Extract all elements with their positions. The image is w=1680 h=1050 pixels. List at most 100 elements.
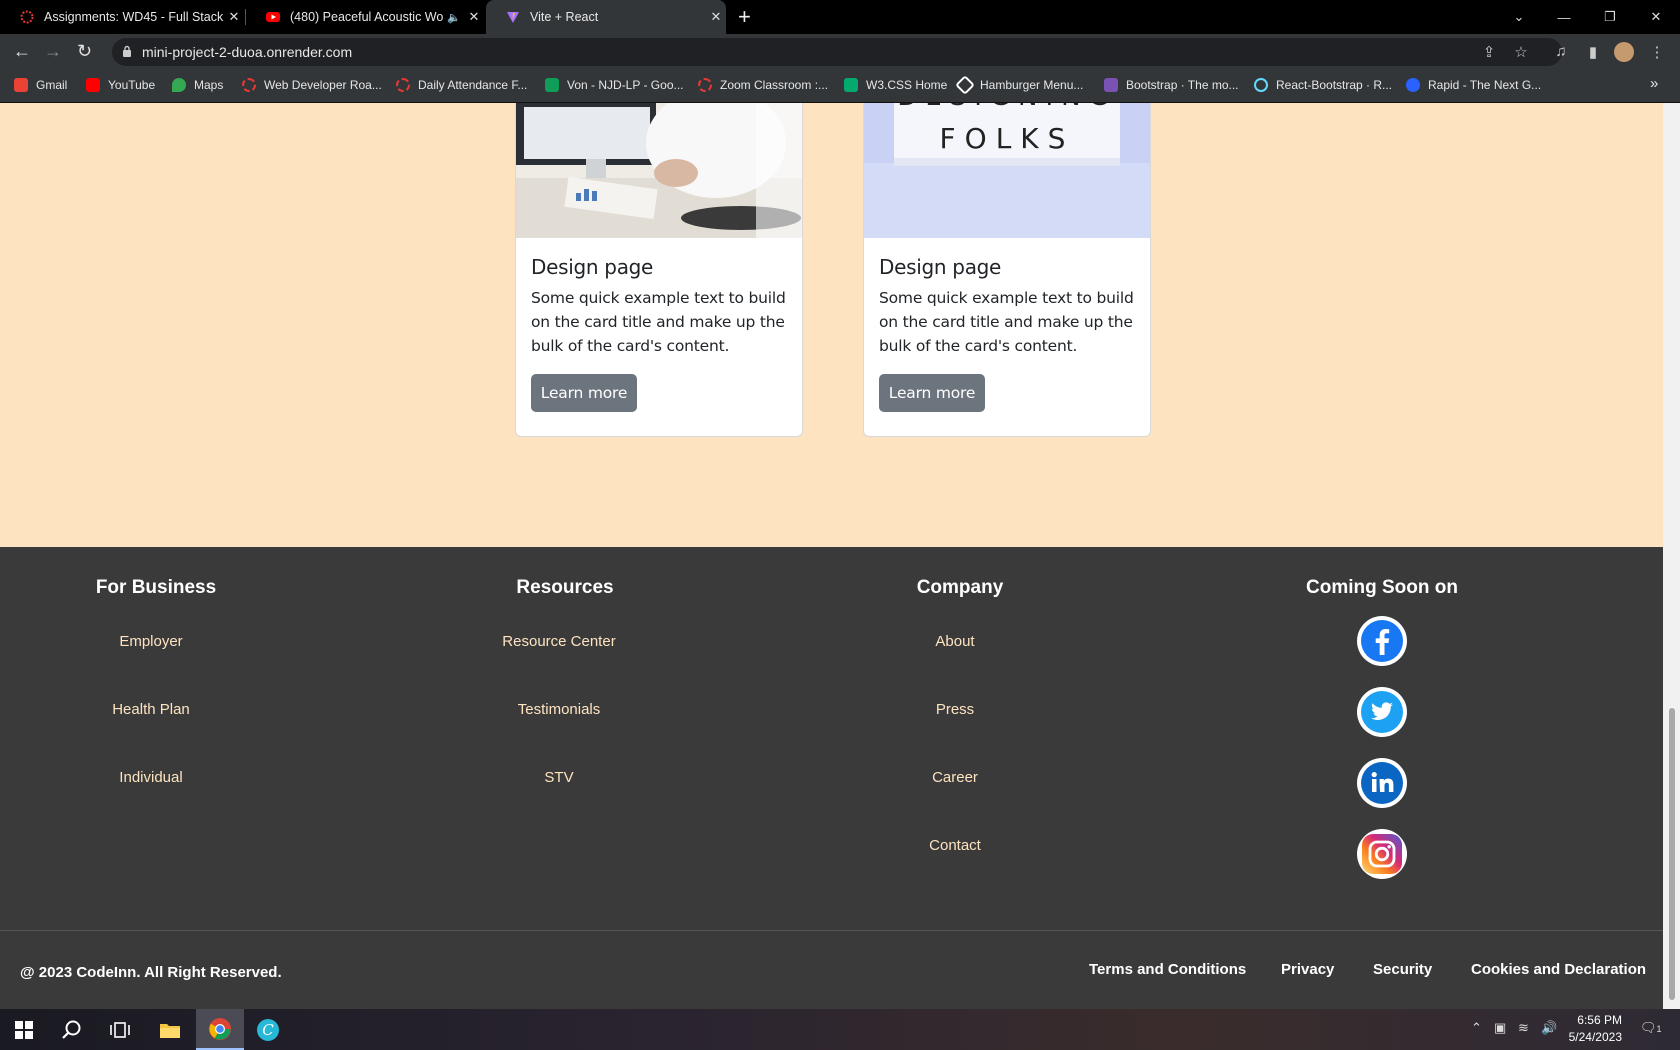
close-icon[interactable]: ✕ — [706, 9, 726, 25]
close-icon[interactable]: ✕ — [224, 9, 244, 25]
footer-link-contact[interactable]: Contact — [929, 837, 981, 854]
card-image-text-top: DESIGNING — [897, 103, 1116, 112]
close-icon[interactable]: ✕ — [464, 9, 484, 25]
restore-button[interactable]: ❐ — [1587, 0, 1633, 34]
tab-title: Assignments: WD45 - Full Stack W — [44, 10, 224, 24]
footer-link-about[interactable]: About — [935, 633, 974, 650]
bookmark-youtube[interactable]: YouTube — [86, 78, 155, 92]
instagram-icon[interactable] — [1357, 829, 1407, 879]
bookmark-zoom-classroom[interactable]: Zoom Classroom :... — [698, 78, 828, 92]
speaker-muted-icon[interactable]: 🔈 — [444, 11, 464, 24]
bookmark-web-developer[interactable]: Web Developer Roa... — [242, 78, 382, 92]
footer-link-security[interactable]: Security — [1373, 961, 1432, 978]
card-title: Design page — [879, 255, 1002, 279]
bookmark-label: Rapid - The Next G... — [1428, 78, 1542, 92]
start-button[interactable] — [0, 1009, 48, 1050]
site-footer: For Business Resources Company Coming So… — [0, 547, 1663, 1009]
close-window-button[interactable]: ✕ — [1633, 0, 1679, 34]
chrome-icon[interactable] — [196, 1009, 244, 1050]
chevron-up-icon[interactable]: ⌃ — [1471, 1020, 1482, 1036]
card-title: Design page — [531, 255, 654, 279]
new-tab-button[interactable]: + — [738, 4, 751, 30]
task-view-icon[interactable] — [96, 1009, 144, 1050]
react-bootstrap-icon — [1254, 78, 1268, 92]
footer-link-cookies[interactable]: Cookies and Declaration — [1471, 961, 1646, 978]
tab-search-icon[interactable]: ⌄ — [1496, 0, 1542, 34]
footer-link-press[interactable]: Press — [936, 701, 974, 718]
lock-icon[interactable] — [122, 45, 132, 57]
bookmark-bootstrap[interactable]: Bootstrap · The mo... — [1104, 78, 1239, 92]
bookmark-gmail[interactable]: Gmail — [14, 78, 67, 92]
tab-youtube[interactable]: (480) Peaceful Acoustic Worship 🔈 ✕ — [246, 0, 484, 34]
speaker-icon[interactable]: 🔊 — [1541, 1020, 1557, 1036]
reload-icon[interactable]: ↻ — [77, 41, 92, 62]
tab-assignments[interactable]: Assignments: WD45 - Full Stack W ✕ — [0, 0, 244, 34]
vite-icon — [507, 12, 519, 23]
forward-icon[interactable]: → — [44, 41, 62, 62]
browser-title-bar: Assignments: WD45 - Full Stack W ✕ (480)… — [0, 0, 1680, 34]
wifi-icon[interactable]: ≋ — [1518, 1020, 1529, 1036]
more-bookmarks-button[interactable]: » — [1650, 75, 1658, 92]
bookmark-label: Web Developer Roa... — [264, 78, 382, 92]
back-icon[interactable]: ← — [13, 41, 31, 62]
svg-text:C: C — [262, 1021, 274, 1039]
canva-icon[interactable]: C — [244, 1009, 292, 1050]
file-explorer-icon[interactable] — [146, 1009, 194, 1050]
bookmark-label: Gmail — [36, 78, 68, 92]
bookmark-label: Maps — [194, 78, 224, 92]
bookmark-react-bootstrap[interactable]: React-Bootstrap · R... — [1254, 78, 1392, 92]
footer-link-testimonials[interactable]: Testimonials — [518, 701, 601, 718]
canvas-icon — [242, 78, 256, 92]
card-text: Some quick example text to build on the … — [531, 289, 786, 355]
bookmark-hamburger-menu[interactable]: Hamburger Menu... — [955, 75, 1084, 95]
canvas-icon — [20, 10, 34, 24]
footer-link-career[interactable]: Career — [932, 769, 978, 786]
bookmark-label: W3.CSS Home — [866, 78, 948, 92]
bootstrap-icon — [1104, 78, 1118, 92]
learn-more-button[interactable]: Learn more — [531, 374, 637, 412]
bookmark-label: YouTube — [108, 78, 156, 92]
meet-now-icon[interactable]: ▣ — [1494, 1020, 1506, 1036]
avatar[interactable] — [1614, 42, 1634, 62]
minimize-button[interactable]: — — [1541, 0, 1587, 34]
star-icon[interactable]: ☆ — [1512, 43, 1530, 61]
side-panel-icon[interactable]: ▮ — [1584, 43, 1602, 61]
page-viewport: Design page Some quick example text to b… — [0, 103, 1663, 1009]
share-icon[interactable]: ⇪ — [1480, 43, 1498, 61]
card: Design page Some quick example text to b… — [515, 103, 803, 437]
card: DESIGNING FOLKS Design page Some quick e… — [863, 103, 1151, 437]
footer-link-individual[interactable]: Individual — [119, 769, 182, 786]
bookmarks-bar: Gmail YouTube Maps Web Developer Roa... … — [0, 70, 1680, 103]
windows-taskbar: C ⌃ ▣ ≋ 🔊 6:56 PM 5/24/2023 🗨1 — [0, 1009, 1680, 1050]
url-text[interactable]: mini-project-2-duoa.onrender.com — [142, 44, 352, 60]
footer-heading-coming-soon: Coming Soon on — [1306, 577, 1458, 598]
bookmark-label: Hamburger Menu... — [980, 78, 1084, 92]
bookmark-rapid[interactable]: Rapid - The Next G... — [1406, 78, 1541, 92]
notification-icon[interactable]: 🗨1 — [1640, 1020, 1662, 1036]
maps-icon — [172, 78, 186, 92]
media-control-icon[interactable]: ♫ — [1552, 43, 1570, 61]
footer-link-resource-center[interactable]: Resource Center — [502, 633, 615, 650]
bookmark-w3css[interactable]: W3.CSS Home — [844, 78, 947, 92]
footer-link-employer[interactable]: Employer — [119, 633, 182, 650]
tab-title: (480) Peaceful Acoustic Worship — [290, 10, 444, 24]
scrollbar-thumb[interactable] — [1669, 708, 1675, 1000]
bookmark-von[interactable]: Von - NJD-LP - Goo... — [545, 78, 684, 92]
learn-more-button[interactable]: Learn more — [879, 374, 985, 412]
system-clock[interactable]: 6:56 PM 5/24/2023 — [1562, 1012, 1622, 1046]
footer-link-terms[interactable]: Terms and Conditions — [1089, 961, 1246, 978]
bookmark-maps[interactable]: Maps — [172, 78, 223, 92]
youtube-icon — [86, 78, 100, 92]
tab-vite-react[interactable]: Vite + React ✕ — [486, 0, 726, 34]
browser-toolbar: ← → ↻ mini-project-2-duoa.onrender.com ⇪… — [0, 34, 1680, 70]
footer-link-privacy[interactable]: Privacy — [1281, 961, 1334, 978]
twitter-icon[interactable] — [1357, 687, 1407, 737]
linkedin-icon[interactable] — [1357, 758, 1407, 808]
footer-link-stv[interactable]: STV — [544, 769, 573, 786]
menu-icon[interactable]: ⋮ — [1648, 43, 1666, 61]
facebook-icon[interactable] — [1357, 616, 1407, 666]
footer-link-health-plan[interactable]: Health Plan — [112, 701, 190, 718]
search-icon[interactable] — [48, 1009, 96, 1050]
bookmark-daily-attendance[interactable]: Daily Attendance F... — [396, 78, 527, 92]
card-image-text: FOLKS — [940, 122, 1075, 155]
